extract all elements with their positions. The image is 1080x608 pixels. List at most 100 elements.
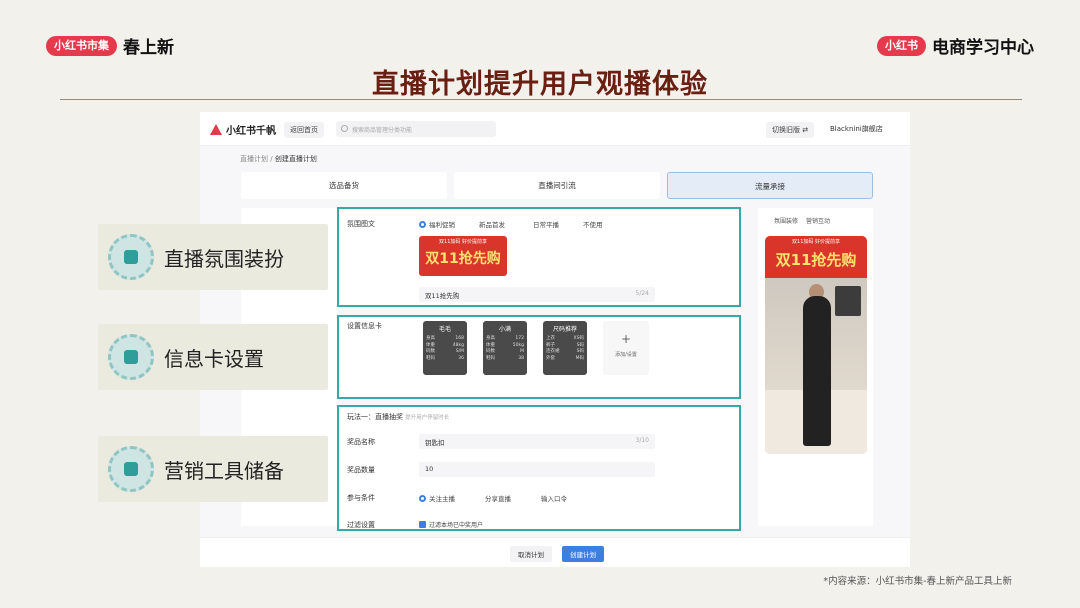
preview-info-card — [835, 286, 861, 316]
info-card[interactable]: 毛毛 身高 168 体重 48kg 码数 S/M 鞋码 36 — [423, 321, 467, 375]
step-tabs: 选品备货 直播间引流 流量承接 — [241, 172, 873, 199]
input-value: 钥匙扣 — [425, 439, 445, 447]
preview-banner-text: 双11抢先购 — [775, 251, 857, 269]
gift-icon — [108, 446, 154, 492]
sticker-top: 双11加码 好价提前享 — [439, 239, 487, 245]
add-card-label: 添加/设置 — [615, 352, 637, 358]
feature-atmosphere: 直播氛围装扮 — [98, 224, 328, 290]
info-label: 设置信息卡 — [347, 322, 382, 330]
radio-label: 输入口令 — [541, 495, 567, 503]
preview-banner-top: 双11加码 好价提前享 — [792, 239, 840, 245]
feature-marketing: 营销工具储备 — [98, 436, 328, 502]
filter-label: 过滤设置 — [347, 521, 375, 529]
radio-label: 日常平播 — [533, 221, 559, 229]
radio-label: 关注主播 — [429, 495, 455, 503]
feature-label: 信息卡设置 — [164, 346, 264, 371]
card-icon — [108, 334, 154, 380]
card-title: 小满 — [498, 326, 511, 333]
radio-follow[interactable]: 关注主播 — [419, 493, 455, 503]
card-row: 鞋码 36 — [426, 355, 464, 361]
search-placeholder: 搜索商品管理分类功能 — [352, 127, 413, 134]
brand-left: 小红书市集 春上新 — [46, 33, 174, 58]
brand-campaign: 春上新 — [123, 38, 174, 58]
tab-conversion[interactable]: 流量承接 — [667, 172, 873, 199]
card-row: 鞋码 38 — [486, 355, 524, 361]
filter-checkbox[interactable]: 过滤本场已中奖用户 — [419, 520, 483, 529]
tab-marketing[interactable]: 营销互动 — [806, 216, 830, 225]
host-image — [803, 296, 831, 446]
live-preview: 双11加码 好价提前享 双11抢先购 — [765, 236, 867, 454]
prize-qty-label: 奖品数量 — [347, 466, 375, 474]
info-card[interactable]: 小满 身高 172 体重 50kg 码数 M 鞋码 38 — [483, 321, 527, 375]
page-title: 直播计划提升用户观播体验 — [372, 69, 708, 100]
info-card-section: 设置信息卡 毛毛 身高 168 体重 48kg 码数 S/M 鞋码 36 小满 身高 17… — [337, 315, 741, 399]
radio-none[interactable]: 不使用 — [583, 219, 603, 229]
plus-icon: + — [620, 332, 632, 346]
checkbox-label: 过滤本场已中奖用户 — [429, 522, 484, 529]
radio-label: 分享直播 — [485, 495, 511, 503]
card-title: 毛毛 — [438, 326, 451, 333]
brand-pill: 小红书市集 — [46, 35, 117, 56]
radio-daily[interactable]: 日常平播 — [533, 219, 559, 229]
preview-tabs: 氛围装修 营销互动 — [774, 216, 830, 225]
tab-traffic[interactable]: 直播间引流 — [454, 172, 660, 199]
condition-label: 参与条件 — [347, 494, 375, 502]
create-button[interactable]: 创建计划 — [562, 546, 604, 562]
brand-pill: 小红书 — [877, 35, 926, 56]
radio-label: 新品首发 — [479, 221, 505, 229]
marketing-section: 玩法一：直播抽奖 提升用户停留时长 奖品名称 钥匙扣 3/10 奖品数量 10 … — [337, 405, 741, 531]
prize-name-input[interactable]: 钥匙扣 3/10 — [419, 434, 655, 449]
tab-atmosphere[interactable]: 氛围装修 — [774, 216, 798, 225]
app-name: 小红书千帆 — [226, 126, 276, 137]
home-button[interactable]: 返回首页 — [284, 122, 324, 138]
card-title: 尺码推荐 — [552, 326, 577, 333]
add-card-button[interactable]: + 添加/设置 — [603, 321, 649, 375]
char-count: 5/24 — [635, 290, 649, 297]
preview-banner: 双11加码 好价提前享 双11抢先购 — [765, 236, 867, 278]
breadcrumb: 直播计划 / 创建直播计划 — [240, 154, 317, 164]
feature-label: 营销工具储备 — [164, 458, 284, 483]
radio-label: 不使用 — [583, 221, 603, 229]
decoration-icon — [108, 234, 154, 280]
input-value: 10 — [425, 465, 434, 473]
source-note: *内容来源：小红书市集-春上新产品工具上新 — [823, 576, 1012, 587]
app-topbar: 小红书千帆 返回首页 搜索商品管理分类功能 切换旧版 ⇄ Blacknini旗舰… — [200, 112, 910, 146]
feature-label: 直播氛围装扮 — [164, 246, 284, 271]
prize-qty-input[interactable]: 10 — [419, 462, 655, 477]
atmosphere-sticker[interactable]: 双11加码 好价提前享 双11抢先购 — [419, 236, 507, 276]
brand-right: 小红书 电商学习中心 — [877, 33, 1034, 58]
app-logo[interactable]: 小红书千帆 — [210, 122, 276, 137]
checkbox-checked-icon — [419, 521, 426, 528]
search-icon — [341, 125, 348, 132]
radio-label: 福利促销 — [429, 221, 455, 229]
radio-password[interactable]: 输入口令 — [541, 493, 567, 503]
brand-center: 电商学习中心 — [932, 38, 1034, 58]
shop-selector[interactable]: Blacknini旗舰店 — [830, 124, 883, 134]
atmosphere-label: 氛围图文 — [347, 220, 375, 228]
info-card[interactable]: 尺码推荐 上衣 XS码 裤子 S码 连衣裙 S码 外套 M码 — [543, 321, 587, 375]
logo-icon — [210, 124, 222, 135]
prize-name-label: 奖品名称 — [347, 438, 375, 446]
feature-info-card: 信息卡设置 — [98, 324, 328, 390]
card-row: 外套 M码 — [546, 355, 584, 361]
marketing-header: 玩法一：直播抽奖 提升用户停留时长 — [347, 413, 450, 421]
radio-checked-icon — [419, 220, 426, 228]
radio-checked-icon — [419, 494, 426, 502]
search-input[interactable]: 搜索商品管理分类功能 — [336, 121, 496, 137]
tab-product-selection[interactable]: 选品备货 — [241, 172, 447, 199]
divider — [60, 99, 1022, 100]
radio-promo[interactable]: 福利促销 — [419, 219, 455, 229]
radio-new[interactable]: 新品首发 — [479, 219, 505, 229]
switch-version-button[interactable]: 切换旧版 ⇄ — [766, 122, 815, 138]
input-value: 双11抢先购 — [425, 292, 460, 300]
char-count: 3/10 — [635, 437, 649, 444]
breadcrumb-current: 创建直播计划 — [274, 155, 317, 163]
preview-panel: 氛围装修 营销互动 双11加码 好价提前享 双11抢先购 — [758, 208, 873, 526]
cancel-button[interactable]: 取消计划 — [510, 546, 552, 562]
action-footer: 取消计划 创建计划 — [200, 537, 910, 567]
breadcrumb-parent[interactable]: 直播计划 / — [240, 155, 273, 163]
atmosphere-text-input[interactable]: 双11抢先购 5/24 — [419, 287, 655, 302]
sticker-text: 双11抢先购 — [425, 251, 501, 267]
radio-share[interactable]: 分享直播 — [485, 493, 511, 503]
atmosphere-section: 氛围图文 福利促销 新品首发 日常平播 不使用 双11加码 好价提前享 双11抢… — [337, 207, 741, 307]
